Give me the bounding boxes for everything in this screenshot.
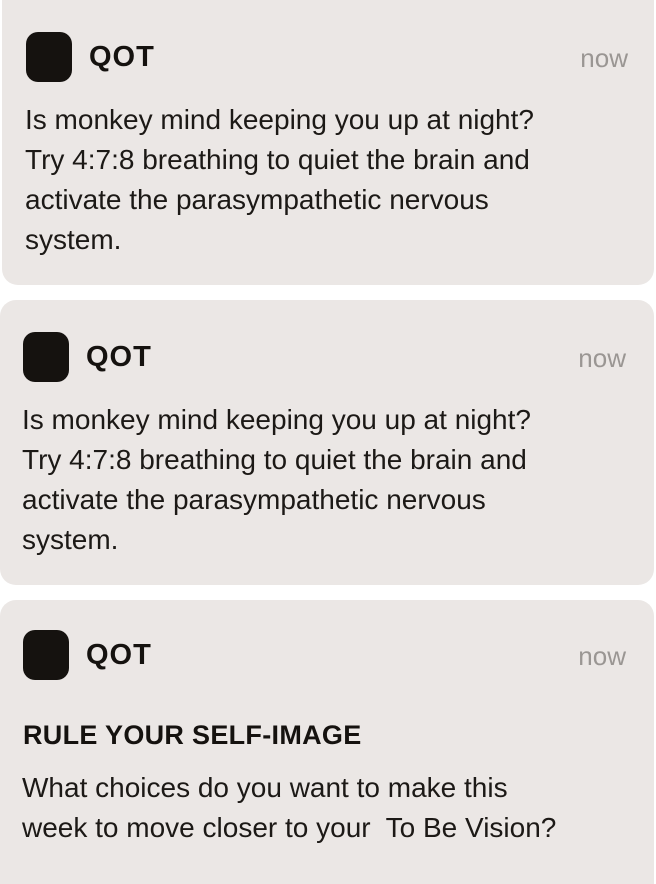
notification-body: Is monkey mind keeping you up at night? … [25, 104, 534, 255]
notification-body: Is monkey mind keeping you up at night? … [22, 404, 531, 555]
notification-time: now [578, 343, 626, 373]
notification-time: now [580, 43, 628, 73]
notification-card[interactable]: QOT now Is monkey mind keeping you up at… [0, 300, 654, 585]
qot-app-icon [23, 332, 69, 382]
notification-title: RULE YOUR SELF-IMAGE [23, 720, 362, 750]
app-name: QOT [89, 41, 155, 73]
qot-app-icon [26, 32, 72, 82]
notification-time: now [578, 641, 626, 671]
app-name: QOT [86, 341, 152, 373]
notification-card[interactable]: QOT now RULE YOUR SELF-IMAGE What choice… [0, 600, 654, 884]
notification-body: What choices do you want to make this we… [22, 772, 557, 843]
app-name: QOT [86, 639, 152, 671]
notification-card[interactable]: QOT now Is monkey mind keeping you up at… [2, 0, 654, 285]
qot-app-icon [23, 630, 69, 680]
